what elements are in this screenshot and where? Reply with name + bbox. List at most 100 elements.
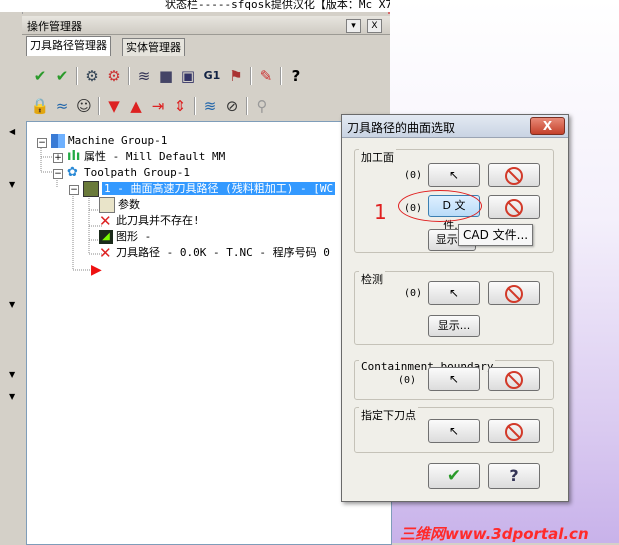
select-all-icon[interactable]: ✔: [30, 66, 50, 86]
containment-select-button[interactable]: ↖: [428, 367, 480, 391]
tree-toolpath[interactable]: ✕ 刀具路径 - 0.0K - T.NC - 程序号码 0: [99, 245, 330, 261]
expand-toggle[interactable]: −: [69, 185, 79, 195]
panel-titlebar: 操作管理器 ▾ X: [22, 16, 390, 35]
properties-icon: ılı: [67, 149, 81, 164]
toggle-post-icon[interactable]: ☺: [74, 96, 94, 116]
check-count: (0): [404, 288, 423, 299]
group-label: 指定下刀点: [359, 407, 418, 423]
watermark: 三维网www.3dportal.cn: [400, 525, 589, 543]
containment-count: (0): [398, 375, 417, 386]
expand-toggle[interactable]: −: [37, 138, 47, 148]
regenerate-dirty-icon[interactable]: ⚙: [104, 66, 124, 86]
simulate-icon[interactable]: ▣: [178, 66, 198, 86]
toolbar-separator: [194, 97, 196, 115]
operations-manager-panel: 操作管理器 ▾ X 刀具路径管理器 实体管理器 ✔ ✔ ⚙ ⚙ ≋ ■ ▣ G1…: [22, 14, 392, 545]
tree-parameters[interactable]: 参数: [99, 197, 140, 213]
toggle-display-icon[interactable]: ≈: [52, 96, 72, 116]
toolpath-group-icon: ✿: [67, 165, 78, 180]
toolbar-separator: [76, 67, 78, 85]
no-entry-arrow-icon: [505, 370, 523, 389]
parameters-icon: [99, 197, 115, 213]
move-down-icon[interactable]: ▼: [104, 96, 124, 116]
dialog-titlebar: 刀具路径的曲面选取 X: [342, 115, 568, 138]
tree-geometry[interactable]: ◢ 图形 -: [99, 229, 151, 245]
green-check-icon: ✔: [446, 466, 462, 486]
no-entry-arrow-icon: [505, 198, 523, 217]
disabled-tool-icon: ⚲: [256, 97, 268, 115]
dialog-title: 刀具路径的曲面选取: [347, 121, 456, 135]
cad-file-tooltip: CAD 文件...: [458, 224, 534, 246]
high-speed-icon[interactable]: ⚑: [226, 66, 246, 86]
toolpath-display-icon[interactable]: ≋: [200, 96, 220, 116]
panel-title: 操作管理器: [27, 20, 82, 33]
verify-icon[interactable]: ■: [156, 66, 176, 86]
collapse-arrow-icon[interactable]: ◀: [9, 127, 15, 136]
regenerate-icon[interactable]: ⚙: [82, 66, 102, 86]
toolbar-separator: [98, 97, 100, 115]
tree-toolpath-group[interactable]: ✿ Toolpath Group-1: [67, 165, 190, 181]
refresh-icon[interactable]: ⊘: [222, 96, 242, 116]
lock-icon[interactable]: 🔒: [30, 96, 50, 116]
insert-arrow-icon[interactable]: ⇥: [148, 96, 168, 116]
insert-arrow-icon[interactable]: ▶: [91, 263, 102, 277]
cad-unselect-button[interactable]: [488, 195, 540, 219]
geometry-icon: ◢: [99, 230, 113, 244]
no-entry-arrow-icon: [505, 422, 523, 441]
scroll-icon[interactable]: ⇕: [170, 96, 190, 116]
check-select-button[interactable]: ↖: [428, 281, 480, 305]
toolbar-separator: [280, 67, 282, 85]
toolbar-separator: [128, 67, 130, 85]
toolbar-separator: [246, 97, 248, 115]
annotation-ellipse: [398, 190, 482, 222]
select-invalid-icon[interactable]: ✔: [52, 66, 72, 86]
help-icon[interactable]: ?: [286, 66, 306, 86]
toolpath-tree[interactable]: − Machine Group-1 + ılı 属性 - Mill Default…: [26, 121, 392, 545]
panel-close-button[interactable]: X: [367, 19, 382, 33]
arrow-cursor-icon: ↖: [448, 424, 460, 438]
surface-selection-dialog: 刀具路径的曲面选取 X 加工面 (0) ↖ (0) D 文件... 显示... …: [341, 114, 569, 502]
delete-icon[interactable]: ✎: [256, 66, 276, 86]
drive-unselect-button[interactable]: [488, 163, 540, 187]
ok-button[interactable]: ✔: [428, 463, 480, 489]
machine-group-icon: [51, 134, 65, 148]
toolbar-bottom: 🔒 ≈ ☺ ▼ ▲ ⇥ ⇕ ≋ ⊘ ⚲: [26, 94, 386, 118]
chevron-down-icon[interactable]: ▼: [9, 370, 15, 379]
tab-toolpath-manager[interactable]: 刀具路径管理器: [26, 36, 111, 56]
no-entry-arrow-icon: [505, 284, 523, 303]
close-button[interactable]: X: [530, 117, 565, 135]
expand-toggle[interactable]: +: [53, 153, 63, 163]
check-show-button[interactable]: 显示...: [428, 315, 480, 337]
tree-operation-1[interactable]: 1 - 曲面高速刀具路径 (残料粗加工) - [WC: [83, 181, 336, 197]
tree-properties[interactable]: ılı 属性 - Mill Default MM: [67, 149, 225, 165]
group-label: 加工面: [359, 149, 396, 165]
chevron-down-icon[interactable]: ▼: [9, 300, 15, 309]
arrow-cursor-icon: ↖: [448, 372, 460, 386]
arrow-cursor-icon: ↖: [448, 286, 460, 300]
drive-count: (0): [404, 170, 423, 181]
chevron-down-icon[interactable]: ▼: [9, 392, 15, 401]
question-icon: ?: [509, 466, 519, 485]
check-unselect-button[interactable]: [488, 281, 540, 305]
tree-tool[interactable]: ✕ 此刀具并不存在!: [99, 213, 200, 229]
annotation-number: 1: [374, 200, 387, 224]
chevron-down-icon[interactable]: ▼: [9, 180, 15, 189]
post-g1-icon[interactable]: G1: [202, 66, 222, 86]
tab-solid-manager[interactable]: 实体管理器: [122, 38, 185, 56]
drive-select-button[interactable]: ↖: [428, 163, 480, 187]
group-label: 检测: [359, 271, 385, 287]
expand-toggle[interactable]: −: [53, 169, 63, 179]
toolbar-top: ✔ ✔ ⚙ ⚙ ≋ ■ ▣ G1 ⚑ ✎ ?: [26, 64, 386, 88]
arrow-cursor-icon: ↖: [448, 168, 460, 182]
entry-select-button[interactable]: ↖: [428, 419, 480, 443]
backplot-icon[interactable]: ≋: [134, 66, 154, 86]
help-button[interactable]: ?: [488, 463, 540, 489]
entry-unselect-button[interactable]: [488, 419, 540, 443]
missing-tool-icon: ✕: [99, 212, 112, 230]
dirty-toolpath-icon: ✕: [99, 244, 112, 262]
operation-folder-icon: [83, 181, 99, 197]
panel-menu-button[interactable]: ▾: [346, 19, 361, 33]
tree-machine-group[interactable]: Machine Group-1: [51, 133, 167, 149]
no-entry-arrow-icon: [505, 166, 523, 185]
containment-unselect-button[interactable]: [488, 367, 540, 391]
move-up-icon[interactable]: ▲: [126, 96, 146, 116]
